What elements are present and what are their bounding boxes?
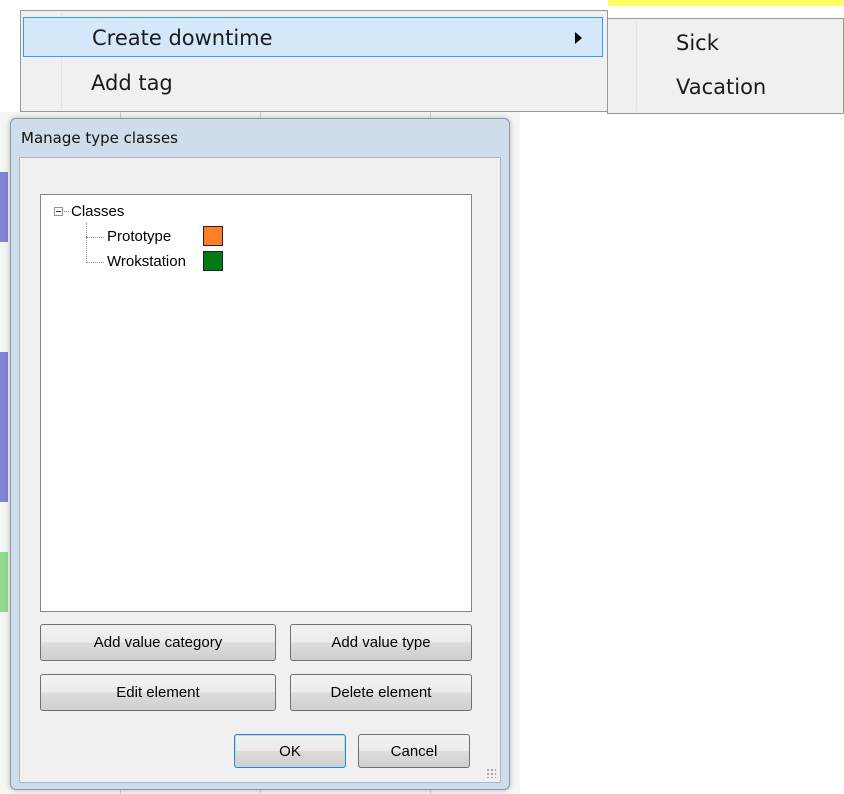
context-menu: Create downtime Add tag	[20, 10, 608, 112]
resize-grip-icon[interactable]	[486, 768, 496, 778]
submenu-item-vacation[interactable]: Vacation	[676, 75, 766, 99]
submenu-item-sick[interactable]: Sick	[676, 31, 719, 55]
menu-item-create-downtime[interactable]: Create downtime	[23, 17, 603, 57]
submenu-arrow-icon	[575, 32, 582, 44]
cancel-button[interactable]: Cancel	[358, 734, 470, 768]
dialog-client-area: Classes Prototype Wrokstation Add value …	[19, 157, 501, 783]
manage-type-classes-dialog: Manage type classes Classes Prototype Wr…	[10, 118, 510, 790]
bg-highlight-strip	[608, 0, 844, 6]
menu-item-label: Add tag	[91, 71, 173, 95]
prototype-color-swatch	[203, 226, 223, 246]
tree-node-prototype[interactable]: Prototype	[107, 228, 171, 245]
tree-connector	[86, 237, 104, 238]
bg-bar	[0, 172, 8, 242]
tree-connector	[86, 262, 104, 263]
edit-element-button[interactable]: Edit element	[40, 674, 276, 711]
delete-element-button[interactable]: Delete element	[290, 674, 472, 711]
add-value-category-button[interactable]: Add value category	[40, 624, 276, 661]
tree-node-classes[interactable]: Classes	[71, 203, 124, 220]
menu-item-label: Create downtime	[92, 26, 273, 50]
tree-connector	[64, 211, 69, 212]
classes-tree-view[interactable]: Classes Prototype Wrokstation	[40, 194, 472, 612]
dialog-title: Manage type classes	[21, 129, 178, 147]
tree-node-wrokstation[interactable]: Wrokstation	[107, 253, 186, 270]
bg-bar	[0, 352, 8, 502]
menu-separator-line	[636, 21, 637, 111]
add-value-type-button[interactable]: Add value type	[290, 624, 472, 661]
submenu: Sick Vacation	[607, 18, 844, 114]
collapse-icon[interactable]	[54, 207, 63, 216]
ok-button[interactable]: OK	[234, 734, 346, 768]
tree-connector	[86, 223, 87, 263]
bg-bar	[0, 552, 8, 612]
wrokstation-color-swatch	[203, 251, 223, 271]
menu-item-add-tag[interactable]: Add tag	[23, 65, 603, 105]
